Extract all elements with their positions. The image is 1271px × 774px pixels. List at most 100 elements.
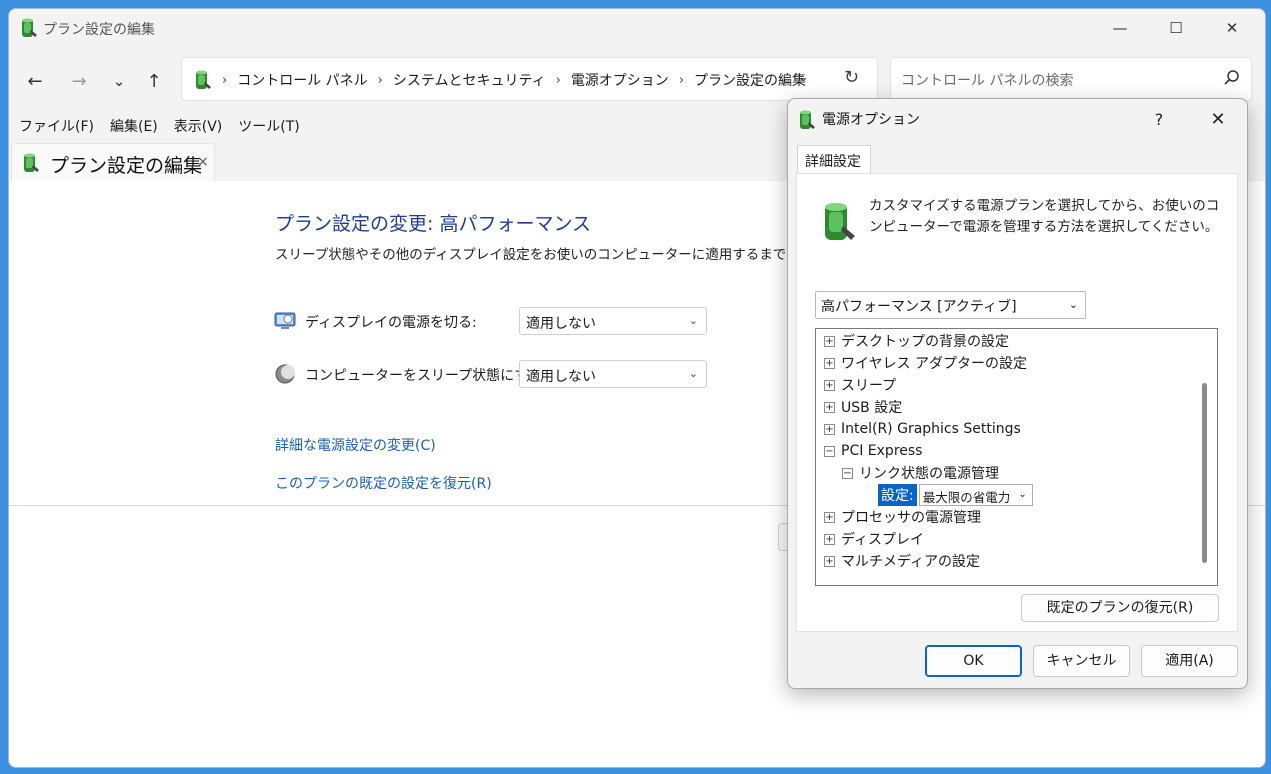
close-dialog-button[interactable]: ✕ — [1198, 105, 1238, 133]
tree-item-label: リンク状態の電源管理 — [859, 466, 999, 482]
power-options-icon — [192, 69, 212, 91]
tree-item-label: ワイヤレス アダプターの設定 — [841, 356, 1028, 372]
chevron-down-icon: ⌄ — [688, 367, 698, 380]
maximize-button[interactable]: ☐ — [1153, 9, 1199, 47]
chevron-down-icon: ⌄ — [688, 314, 698, 327]
tree-item-label: Intel(R) Graphics Settings — [841, 421, 1021, 437]
tab-label: プラン設定の編集 — [50, 155, 203, 177]
tree-item[interactable]: + デスクトップの背景の設定 — [824, 330, 1009, 352]
chevron-down-icon: ⌄ — [1068, 298, 1078, 311]
tab-edit-plan[interactable]: プラン設定の編集 × — [11, 143, 215, 181]
breadcrumb-separator: › — [222, 72, 228, 88]
expand-icon[interactable]: + — [824, 379, 835, 391]
forward-icon[interactable]: → — [65, 67, 93, 95]
tree-item[interactable]: + ワイヤレス アダプターの設定 — [824, 352, 1027, 374]
breadcrumb-separator[interactable]: › — [556, 73, 561, 88]
search-icon[interactable] — [1223, 69, 1241, 87]
tree-item-label: マルチメディアの設定 — [841, 554, 981, 570]
tree-item-label: デスクトップの背景の設定 — [841, 334, 1009, 350]
tree-item[interactable]: + Intel(R) Graphics Settings — [824, 418, 1021, 440]
tab-close-icon[interactable]: × — [197, 154, 209, 170]
setting-value: 最大限の省電力 — [922, 490, 1011, 505]
page-title: プラン設定の変更: 高パフォーマンス — [275, 213, 592, 235]
setting-row: 設定: 最大限の省電力 ⌄ — [878, 484, 1033, 506]
search-input[interactable]: コントロール パネルの検索 — [901, 70, 1073, 90]
title-bar: プラン設定の編集 — ☐ ✕ — [9, 9, 1265, 47]
display-off-select[interactable]: 適用しない ⌄ — [519, 307, 707, 335]
menu-tools[interactable]: ツール(T) — [238, 116, 299, 136]
tree-item-label: スリープ — [841, 378, 897, 394]
address-history-dropdown-icon[interactable]: ⌄ — [798, 70, 809, 85]
menu-file[interactable]: ファイル(F) — [19, 116, 94, 136]
tree-item-label: ディスプレイ — [841, 532, 925, 548]
breadcrumb: › コントロール パネル › システムとセキュリティ › 電源オプション › プ… — [192, 69, 806, 91]
breadcrumb-system-security[interactable]: システムとセキュリティ — [393, 70, 546, 90]
breadcrumb-separator[interactable]: › — [679, 73, 684, 88]
tree-item[interactable]: − リンク状態の電源管理 — [842, 462, 999, 484]
tree-item-label: プロセッサの電源管理 — [841, 510, 981, 526]
plan-value: 高パフォーマンス [アクティブ] — [821, 299, 1017, 315]
tree-item[interactable]: + プロセッサの電源管理 — [824, 506, 981, 528]
breadcrumb-separator[interactable]: › — [378, 73, 383, 88]
expand-icon[interactable]: + — [824, 335, 835, 347]
tree-item[interactable]: + マルチメディアの設定 — [824, 550, 980, 572]
display-off-value: 適用しない — [526, 316, 596, 332]
breadcrumb-control-panel[interactable]: コントロール パネル — [237, 70, 367, 90]
cancel-button[interactable]: キャンセル — [1033, 645, 1130, 677]
expand-icon[interactable]: + — [824, 423, 835, 435]
setting-label: 設定: — [878, 484, 917, 506]
tree-item[interactable]: + USB 設定 — [824, 396, 902, 418]
sleep-label: コンピューターをスリープ状態にする: — [305, 368, 548, 384]
advanced-settings-link[interactable]: 詳細な電源設定の変更(C) — [275, 435, 436, 455]
breadcrumb-edit-plan[interactable]: プラン設定の編集 — [694, 70, 806, 90]
restore-defaults-link[interactable]: このプランの既定の設定を復元(R) — [275, 473, 492, 493]
plan-select[interactable]: 高パフォーマンス [アクティブ] ⌄ — [815, 291, 1086, 319]
up-icon[interactable]: ↑ — [140, 67, 168, 95]
address-bar[interactable]: › コントロール パネル › システムとセキュリティ › 電源オプション › プ… — [181, 57, 878, 101]
menu-edit[interactable]: 編集(E) — [110, 116, 158, 136]
tree-item[interactable]: + スリープ — [824, 374, 896, 396]
recent-locations-icon[interactable]: ⌄ — [105, 67, 133, 95]
window-title: プラン設定の編集 — [43, 22, 155, 38]
ok-button[interactable]: OK — [925, 645, 1022, 677]
advanced-settings-panel: カスタマイズする電源プランを選択してから、お使いのコンピューターで電源を管理する… — [796, 173, 1238, 632]
expand-icon[interactable]: + — [824, 533, 835, 545]
page-description: スリープ状態やその他のディスプレイ設定をお使いのコンピューターに適用するまでの時… — [275, 247, 787, 263]
settings-tree[interactable]: + デスクトップの背景の設定 + ワイヤレス アダプターの設定 + スリープ + USB… — [815, 328, 1218, 586]
collapse-icon[interactable]: − — [824, 445, 835, 457]
power-options-icon — [20, 152, 40, 174]
sleep-value: 適用しない — [526, 369, 596, 385]
dialog-intro: カスタマイズする電源プランを選択してから、お使いのコンピューターで電源を管理する… — [869, 198, 1220, 235]
restore-plan-defaults-button[interactable]: 既定のプランの復元(R) — [1021, 594, 1219, 622]
battery-plug-icon — [817, 200, 857, 244]
tree-item-label: USB 設定 — [841, 400, 903, 416]
tree-item-label: PCI Express — [841, 443, 923, 459]
back-icon[interactable]: ← — [21, 67, 49, 95]
search-box[interactable]: コントロール パネルの検索 — [890, 57, 1252, 101]
tree-scrollbar[interactable] — [1202, 383, 1207, 563]
breadcrumb-power-options[interactable]: 電源オプション — [571, 70, 669, 90]
expand-icon[interactable]: + — [824, 511, 835, 523]
power-options-dialog: 電源オプション ? ✕ 詳細設定 カスタマイズする電源プランを選択してから、お使… — [787, 98, 1248, 689]
menu-view[interactable]: 表示(V) — [174, 116, 223, 136]
expand-icon[interactable]: + — [824, 401, 835, 413]
apply-button[interactable]: 適用(A) — [1141, 645, 1238, 677]
dialog-title: 電源オプション — [822, 112, 920, 128]
tree-item[interactable]: − PCI Express — [824, 440, 922, 462]
expand-icon[interactable]: + — [824, 555, 835, 567]
tab-advanced-settings[interactable]: 詳細設定 — [797, 145, 871, 173]
setting-value-select[interactable]: 最大限の省電力 ⌄ — [918, 484, 1033, 506]
power-options-icon — [18, 17, 38, 39]
power-options-icon — [796, 109, 816, 131]
sleep-select[interactable]: 適用しない ⌄ — [519, 360, 707, 388]
help-button[interactable]: ? — [1144, 105, 1174, 133]
close-window-button[interactable]: ✕ — [1209, 9, 1255, 47]
chevron-down-icon: ⌄ — [1018, 489, 1027, 500]
collapse-icon[interactable]: − — [842, 467, 853, 479]
refresh-icon[interactable]: ↻ — [844, 67, 859, 88]
sleep-moon-icon — [275, 364, 295, 384]
expand-icon[interactable]: + — [824, 357, 835, 369]
display-monitor-icon — [274, 312, 296, 329]
tree-item[interactable]: + ディスプレイ — [824, 528, 924, 550]
minimize-button[interactable]: — — [1097, 9, 1143, 47]
